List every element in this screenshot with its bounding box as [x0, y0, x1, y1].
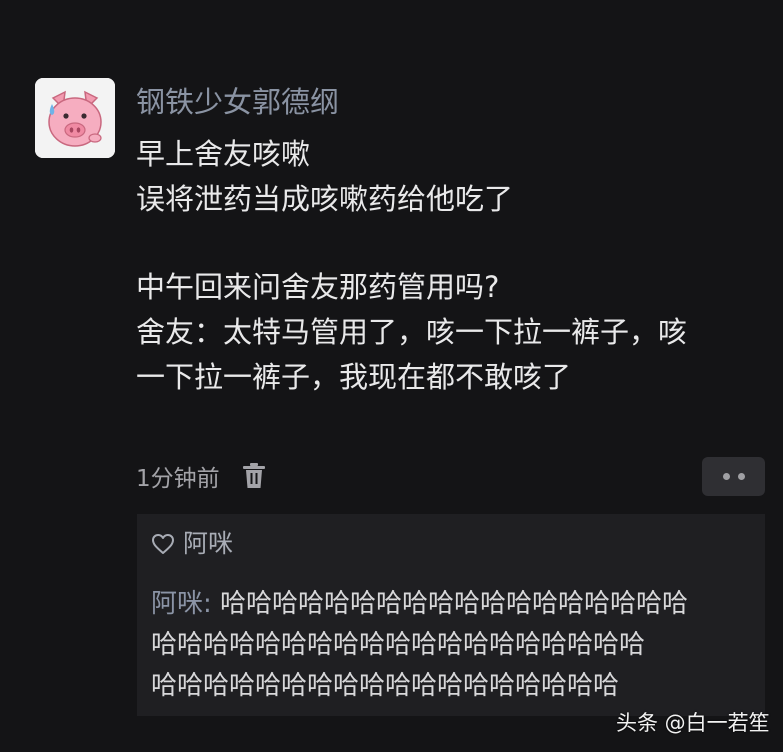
- reply-line: 阿咪: 哈哈哈哈哈哈哈哈哈哈哈哈哈哈哈哈哈哈: [151, 584, 757, 625]
- more-options-button[interactable]: [702, 457, 765, 496]
- reply-line: 哈哈哈哈哈哈哈哈哈哈哈哈哈哈哈哈哈哈: [151, 671, 620, 701]
- comment-body: 早上舍友咳嗽 误将泄药当成咳嗽药给他吃了 中午回来问舍友那药管用吗? 舍友：太特…: [136, 132, 766, 400]
- liker-name[interactable]: 阿咪: [183, 524, 233, 564]
- comment-screen: 钢铁少女郭德纲 早上舍友咳嗽 误将泄药当成咳嗽药给他吃了 中午回来问舍友那药管用…: [0, 0, 783, 752]
- body-line: [136, 222, 766, 265]
- pig-face-icon: [35, 78, 115, 158]
- timestamp: 1分钟前: [136, 466, 220, 492]
- reply-text: 哈哈哈哈哈哈哈哈哈哈哈哈哈哈哈哈哈哈: [211, 589, 689, 619]
- body-line: 舍友：太特马管用了，咳一下拉一裤子，咳: [136, 315, 688, 349]
- body-line: 早上舍友咳嗽: [136, 137, 311, 171]
- trash-icon[interactable]: [242, 462, 266, 490]
- comment-meta: 1分钟前: [136, 458, 266, 494]
- username[interactable]: 钢铁少女郭德纲: [136, 84, 339, 120]
- reply-content: 阿咪: 哈哈哈哈哈哈哈哈哈哈哈哈哈哈哈哈哈哈 哈哈哈哈哈哈哈哈哈哈哈哈哈哈哈哈哈…: [151, 584, 757, 707]
- body-line: 一下拉一裤子，我现在都不敢咳了: [136, 360, 572, 394]
- likes-row[interactable]: 阿咪: [151, 524, 233, 564]
- watermark: 头条 @白一若笙: [616, 711, 770, 735]
- body-line: 误将泄药当成咳嗽药给他吃了: [136, 182, 514, 216]
- avatar[interactable]: [35, 78, 115, 158]
- more-dots-icon: [737, 473, 745, 480]
- body-line: 中午回来问舍友那药管用吗?: [136, 270, 500, 304]
- more-dots-icon: [722, 473, 730, 480]
- reply-line: 哈哈哈哈哈哈哈哈哈哈哈哈哈哈哈哈哈哈哈: [151, 630, 646, 660]
- reply-author[interactable]: 阿咪:: [151, 589, 212, 619]
- reply-box: 阿咪 阿咪: 哈哈哈哈哈哈哈哈哈哈哈哈哈哈哈哈哈哈 哈哈哈哈哈哈哈哈哈哈哈哈哈哈…: [137, 514, 765, 716]
- heart-outline-icon[interactable]: [151, 533, 175, 555]
